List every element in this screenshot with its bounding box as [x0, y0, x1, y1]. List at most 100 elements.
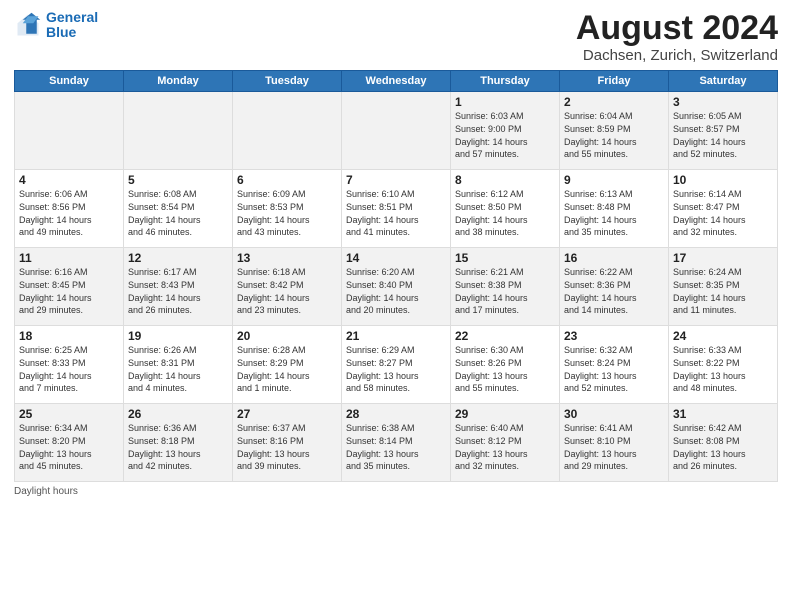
day-info: Sunrise: 6:38 AM Sunset: 8:14 PM Dayligh… — [346, 422, 446, 472]
day-info: Sunrise: 6:18 AM Sunset: 8:42 PM Dayligh… — [237, 266, 337, 316]
day-number: 10 — [673, 173, 773, 187]
day-number: 3 — [673, 95, 773, 109]
day-number: 7 — [346, 173, 446, 187]
week-row-3: 11Sunrise: 6:16 AM Sunset: 8:45 PM Dayli… — [15, 248, 778, 326]
header-day-monday: Monday — [124, 71, 233, 92]
header-day-thursday: Thursday — [451, 71, 560, 92]
calendar-cell: 31Sunrise: 6:42 AM Sunset: 8:08 PM Dayli… — [669, 404, 778, 482]
day-info: Sunrise: 6:32 AM Sunset: 8:24 PM Dayligh… — [564, 344, 664, 394]
day-info: Sunrise: 6:08 AM Sunset: 8:54 PM Dayligh… — [128, 188, 228, 238]
calendar-cell — [233, 92, 342, 170]
calendar-cell: 14Sunrise: 6:20 AM Sunset: 8:40 PM Dayli… — [342, 248, 451, 326]
calendar-cell: 2Sunrise: 6:04 AM Sunset: 8:59 PM Daylig… — [560, 92, 669, 170]
day-number: 21 — [346, 329, 446, 343]
day-info: Sunrise: 6:05 AM Sunset: 8:57 PM Dayligh… — [673, 110, 773, 160]
day-info: Sunrise: 6:33 AM Sunset: 8:22 PM Dayligh… — [673, 344, 773, 394]
day-info: Sunrise: 6:29 AM Sunset: 8:27 PM Dayligh… — [346, 344, 446, 394]
day-info: Sunrise: 6:14 AM Sunset: 8:47 PM Dayligh… — [673, 188, 773, 238]
day-info: Sunrise: 6:13 AM Sunset: 8:48 PM Dayligh… — [564, 188, 664, 238]
day-info: Sunrise: 6:30 AM Sunset: 8:26 PM Dayligh… — [455, 344, 555, 394]
day-number: 8 — [455, 173, 555, 187]
day-info: Sunrise: 6:03 AM Sunset: 9:00 PM Dayligh… — [455, 110, 555, 160]
calendar-cell: 16Sunrise: 6:22 AM Sunset: 8:36 PM Dayli… — [560, 248, 669, 326]
day-number: 26 — [128, 407, 228, 421]
header-day-sunday: Sunday — [15, 71, 124, 92]
calendar-cell — [342, 92, 451, 170]
day-info: Sunrise: 6:41 AM Sunset: 8:10 PM Dayligh… — [564, 422, 664, 472]
calendar-cell: 11Sunrise: 6:16 AM Sunset: 8:45 PM Dayli… — [15, 248, 124, 326]
day-number: 30 — [564, 407, 664, 421]
calendar-cell: 4Sunrise: 6:06 AM Sunset: 8:56 PM Daylig… — [15, 170, 124, 248]
title-block: August 2024 Dachsen, Zurich, Switzerland — [576, 10, 778, 64]
day-info: Sunrise: 6:24 AM Sunset: 8:35 PM Dayligh… — [673, 266, 773, 316]
day-info: Sunrise: 6:42 AM Sunset: 8:08 PM Dayligh… — [673, 422, 773, 472]
day-number: 18 — [19, 329, 119, 343]
calendar-cell: 9Sunrise: 6:13 AM Sunset: 8:48 PM Daylig… — [560, 170, 669, 248]
calendar-cell: 22Sunrise: 6:30 AM Sunset: 8:26 PM Dayli… — [451, 326, 560, 404]
day-number: 9 — [564, 173, 664, 187]
calendar-cell: 3Sunrise: 6:05 AM Sunset: 8:57 PM Daylig… — [669, 92, 778, 170]
day-info: Sunrise: 6:09 AM Sunset: 8:53 PM Dayligh… — [237, 188, 337, 238]
calendar-cell: 21Sunrise: 6:29 AM Sunset: 8:27 PM Dayli… — [342, 326, 451, 404]
calendar-cell: 27Sunrise: 6:37 AM Sunset: 8:16 PM Dayli… — [233, 404, 342, 482]
week-row-2: 4Sunrise: 6:06 AM Sunset: 8:56 PM Daylig… — [15, 170, 778, 248]
day-number: 15 — [455, 251, 555, 265]
calendar-cell: 30Sunrise: 6:41 AM Sunset: 8:10 PM Dayli… — [560, 404, 669, 482]
calendar-cell: 10Sunrise: 6:14 AM Sunset: 8:47 PM Dayli… — [669, 170, 778, 248]
day-number: 24 — [673, 329, 773, 343]
day-number: 17 — [673, 251, 773, 265]
day-info: Sunrise: 6:25 AM Sunset: 8:33 PM Dayligh… — [19, 344, 119, 394]
day-number: 23 — [564, 329, 664, 343]
calendar-cell: 17Sunrise: 6:24 AM Sunset: 8:35 PM Dayli… — [669, 248, 778, 326]
day-info: Sunrise: 6:40 AM Sunset: 8:12 PM Dayligh… — [455, 422, 555, 472]
day-info: Sunrise: 6:22 AM Sunset: 8:36 PM Dayligh… — [564, 266, 664, 316]
week-row-5: 25Sunrise: 6:34 AM Sunset: 8:20 PM Dayli… — [15, 404, 778, 482]
header-day-wednesday: Wednesday — [342, 71, 451, 92]
day-info: Sunrise: 6:34 AM Sunset: 8:20 PM Dayligh… — [19, 422, 119, 472]
day-number: 25 — [19, 407, 119, 421]
calendar-cell: 19Sunrise: 6:26 AM Sunset: 8:31 PM Dayli… — [124, 326, 233, 404]
calendar-cell: 12Sunrise: 6:17 AM Sunset: 8:43 PM Dayli… — [124, 248, 233, 326]
logo-text: General Blue — [46, 10, 98, 41]
calendar-table: SundayMondayTuesdayWednesdayThursdayFrid… — [14, 70, 778, 482]
calendar-cell: 7Sunrise: 6:10 AM Sunset: 8:51 PM Daylig… — [342, 170, 451, 248]
calendar-cell — [15, 92, 124, 170]
day-info: Sunrise: 6:16 AM Sunset: 8:45 PM Dayligh… — [19, 266, 119, 316]
calendar-cell: 29Sunrise: 6:40 AM Sunset: 8:12 PM Dayli… — [451, 404, 560, 482]
footer-note: Daylight hours — [14, 486, 778, 497]
day-info: Sunrise: 6:06 AM Sunset: 8:56 PM Dayligh… — [19, 188, 119, 238]
calendar-cell: 18Sunrise: 6:25 AM Sunset: 8:33 PM Dayli… — [15, 326, 124, 404]
week-row-1: 1Sunrise: 6:03 AM Sunset: 9:00 PM Daylig… — [15, 92, 778, 170]
day-number: 5 — [128, 173, 228, 187]
calendar-cell: 23Sunrise: 6:32 AM Sunset: 8:24 PM Dayli… — [560, 326, 669, 404]
logo-icon — [14, 11, 42, 39]
day-info: Sunrise: 6:36 AM Sunset: 8:18 PM Dayligh… — [128, 422, 228, 472]
day-number: 1 — [455, 95, 555, 109]
day-number: 29 — [455, 407, 555, 421]
header: General Blue August 2024 Dachsen, Zurich… — [14, 10, 778, 64]
day-number: 11 — [19, 251, 119, 265]
header-day-tuesday: Tuesday — [233, 71, 342, 92]
calendar-cell: 5Sunrise: 6:08 AM Sunset: 8:54 PM Daylig… — [124, 170, 233, 248]
calendar-cell: 13Sunrise: 6:18 AM Sunset: 8:42 PM Dayli… — [233, 248, 342, 326]
day-number: 13 — [237, 251, 337, 265]
calendar-cell: 20Sunrise: 6:28 AM Sunset: 8:29 PM Dayli… — [233, 326, 342, 404]
day-info: Sunrise: 6:10 AM Sunset: 8:51 PM Dayligh… — [346, 188, 446, 238]
day-number: 6 — [237, 173, 337, 187]
day-number: 19 — [128, 329, 228, 343]
header-row: SundayMondayTuesdayWednesdayThursdayFrid… — [15, 71, 778, 92]
subtitle: Dachsen, Zurich, Switzerland — [576, 47, 778, 64]
calendar-cell: 28Sunrise: 6:38 AM Sunset: 8:14 PM Dayli… — [342, 404, 451, 482]
day-number: 2 — [564, 95, 664, 109]
page: General Blue August 2024 Dachsen, Zurich… — [0, 0, 792, 612]
day-info: Sunrise: 6:12 AM Sunset: 8:50 PM Dayligh… — [455, 188, 555, 238]
calendar-cell: 26Sunrise: 6:36 AM Sunset: 8:18 PM Dayli… — [124, 404, 233, 482]
calendar-cell: 6Sunrise: 6:09 AM Sunset: 8:53 PM Daylig… — [233, 170, 342, 248]
calendar-cell — [124, 92, 233, 170]
day-number: 4 — [19, 173, 119, 187]
day-number: 22 — [455, 329, 555, 343]
day-info: Sunrise: 6:21 AM Sunset: 8:38 PM Dayligh… — [455, 266, 555, 316]
day-info: Sunrise: 6:26 AM Sunset: 8:31 PM Dayligh… — [128, 344, 228, 394]
day-number: 28 — [346, 407, 446, 421]
main-title: August 2024 — [576, 10, 778, 47]
